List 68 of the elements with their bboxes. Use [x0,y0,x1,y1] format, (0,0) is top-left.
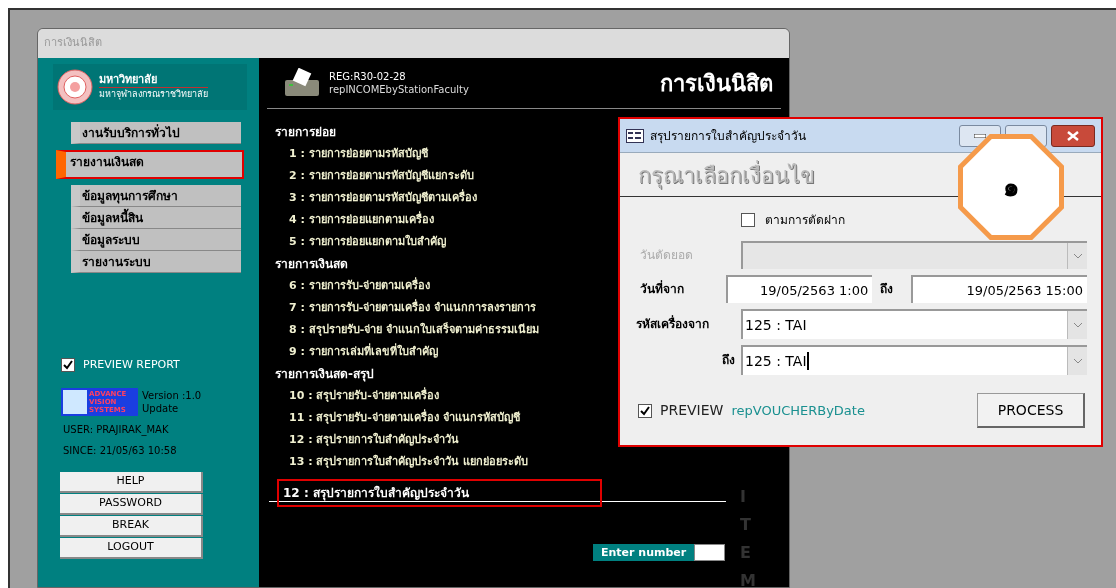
menu-item[interactable]: 2 : รายการย่อยตามรหัสบัญชีแยกระดับ [289,165,474,187]
menu-item[interactable]: 11 : สรุปรายรับ-จ่ายตามเครื่อง จำแนกรหัสบัญชี [289,407,520,429]
sidebar-button[interactable]: HELP [60,471,203,493]
menu-item[interactable]: 9 : รายการเล่มที่เลขที่ใบสำคัญ [289,341,438,363]
deposit-label: ตามการตัดฝาก [765,212,845,229]
dialog-heading: กรุณาเลือกเงื่อนไข [638,159,815,192]
menu-section-heading: รายการย่อย [275,124,336,141]
date-to-field[interactable]: 19/05/2563 15:00 [911,275,1087,303]
dialog-title: สรุปรายการใบสำคัญประจำวัน [650,127,806,145]
sidebar-item[interactable]: งานรับบริการทั่วไป [71,122,241,144]
preview-checkbox[interactable] [638,403,652,418]
field-label: วันที่จาก [639,280,685,298]
sidebar-button[interactable]: BREAK [60,515,203,537]
preview-report-label: PREVIEW REPORT [83,357,180,373]
report-code: REG:R30-02-28 [329,70,407,83]
menu-item[interactable]: 4 : รายการย่อยแยกตามเครื่อง [289,209,434,231]
checkmark-icon [640,405,650,416]
station-from-dropdown[interactable]: 125 : TAI [741,309,1087,339]
menu-section-heading: รายการเงินสด-สรุป [275,366,374,384]
university-name: มหาวิทยาลัย [99,73,208,88]
menu-item[interactable]: 12 : สรุปรายการใบสำคัญประจำวัน [289,429,460,451]
selection-entry-field[interactable]: 12 : สรุปรายการใบสำคัญประจำวัน [277,479,602,507]
menu-item[interactable]: 6 : รายการรับ-จ่ายตามเครื่อง [289,275,431,297]
enter-number-label: Enter number [593,544,695,561]
field-label: ถึง [721,352,736,369]
deposit-checkbox[interactable] [741,213,755,227]
university-subtitle: มหาจุฬาลงกรณราชวิทยาลัย [99,88,208,101]
checkmark-icon [63,360,73,371]
app-title: การเงินนิสิต [660,69,773,98]
date-from-field[interactable]: 19/05/2563 1:00 [726,275,873,303]
user-text: USER: PRAJIRAK_MAK [63,422,170,437]
menu-item[interactable]: 13 : สรุปรายการใบสำคัญประจำวัน แยกย่อยระดับ [289,451,529,473]
menu-item[interactable]: 3 : รายการย่อยตามรหัสบัญชีตามเครื่อง [289,187,477,209]
field-label: ถึง [879,281,895,298]
form-icon [626,128,644,143]
number-field[interactable] [694,544,726,561]
sidebar-item[interactable]: ข้อมูลหนี้สิน [71,207,241,229]
menu-item[interactable]: 8 : สรุปรายรับ-จ่าย จำแนกใบเสร็จตามค่าธรรมเนียม [289,319,540,341]
station-to-dropdown[interactable]: 125 : TAI [741,345,1087,375]
close-button[interactable] [1051,124,1095,147]
chevron-down-icon [1072,322,1083,328]
version-text: Version :1.0 [142,388,202,402]
window-title: การเงินนิสิต [44,35,102,52]
chevron-down-icon [1072,253,1083,259]
printer-icon [283,68,321,98]
chevron-down-icon [1072,358,1083,364]
sidebar-item[interactable]: ข้อมูลระบบ [71,229,241,251]
sidebar-button[interactable]: PASSWORD [60,493,203,515]
process-button[interactable]: PROCESS [977,393,1085,428]
preview-label: PREVIEW [660,401,724,420]
update-text: Update [142,401,180,415]
report-name: repINCOMEbyStationFaculty [329,83,469,96]
sidebar-item[interactable]: รายงานเงินสด [56,150,244,179]
menu-section-heading: รายการเงินสด [275,256,348,273]
close-icon [1067,130,1079,141]
sidebar-item[interactable]: รายงานระบบ [71,251,241,273]
menu-item[interactable]: 7 : รายการรับ-จ่ายตามเครื่อง จำแนกการลงรายการ [289,297,537,319]
seal-logo-icon [57,69,93,105]
menu-item[interactable]: 1 : รายการย่อยตามรหัสบัญชี [289,143,428,165]
menu-item[interactable]: 10 : สรุปรายรับ-จ่ายตามเครื่อง [289,385,439,407]
annotation-number: ๑ [1002,170,1020,204]
sidebar-item[interactable]: ข้อมูลทุนการศึกษา [71,185,241,207]
preview-report-checkbox[interactable] [61,358,75,373]
since-text: SINCE: 21/05/63 10:58 [63,443,178,458]
sidebar-button[interactable]: LOGOUT [60,537,203,559]
menu-item[interactable]: 5 : รายการย่อยแยกตามใบสำคัญ [289,231,446,253]
field-label: วันตัดยอด [639,247,694,264]
field-label: รหัสเครื่องจาก [635,315,710,333]
